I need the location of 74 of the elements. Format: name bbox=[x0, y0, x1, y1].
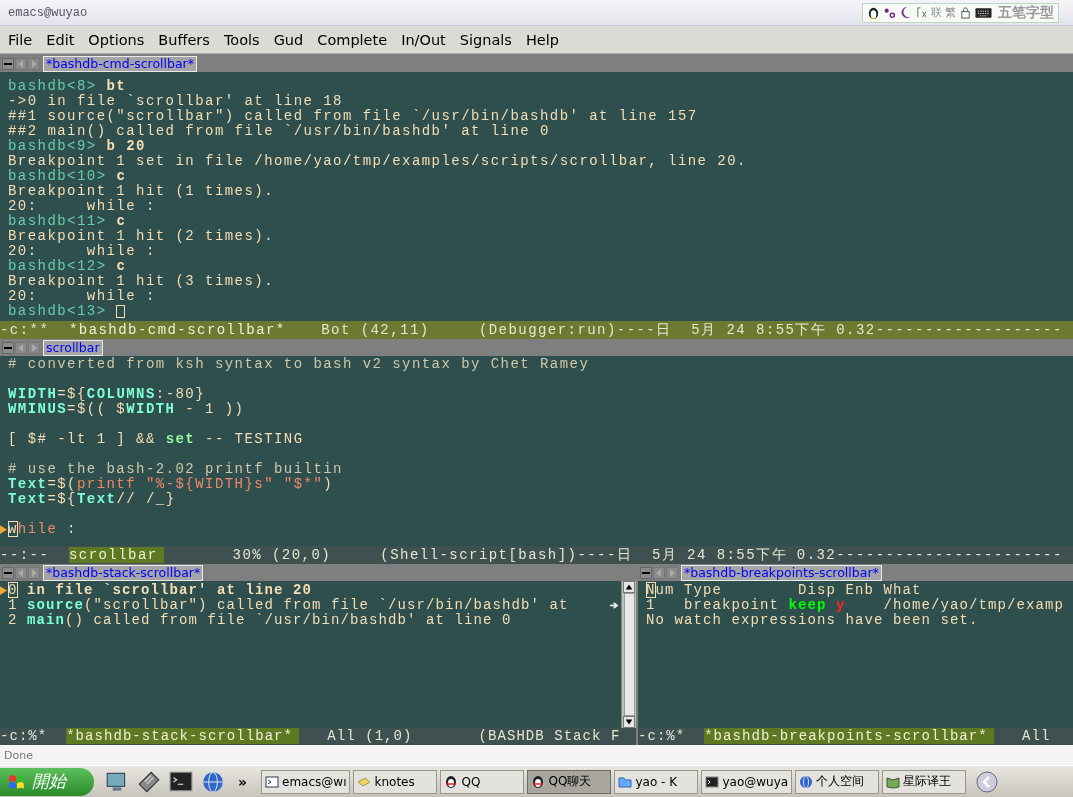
code-line: 1 breakpoint keep y /home/yao/tmp/examp bbox=[646, 598, 1065, 613]
code-line: Text=$(printf "%-${WIDTH}s" "$*") bbox=[8, 477, 334, 492]
scroll-down-button[interactable] bbox=[623, 716, 635, 728]
code-line: # use the bash-2.02 printf builtin bbox=[8, 462, 343, 477]
taskbar-button[interactable]: yao@wuya bbox=[701, 769, 793, 794]
code-line: bashdb<13> bbox=[8, 304, 108, 319]
code-line: 1 source("scrollbar") called from file `/usr/bin/bashdb' at bbox=[8, 598, 569, 613]
code-line: 20: while : bbox=[8, 289, 156, 304]
continuation-arrow-icon bbox=[610, 601, 619, 610]
penguin-icon bbox=[444, 774, 459, 789]
terminal-icon bbox=[705, 774, 720, 789]
taskbar-button[interactable]: 星际译王 bbox=[882, 769, 967, 794]
echo-message: Done bbox=[4, 748, 33, 762]
code-line: 20: while : bbox=[8, 244, 156, 259]
code-line: Breakpoint 1 set in file /home/yao/tmp/examples/scripts/scrollbar, line 20. bbox=[8, 154, 747, 169]
menu-item[interactable]: Signals bbox=[459, 31, 512, 48]
minimize-icon[interactable] bbox=[640, 566, 652, 579]
code-line: bashdb<12> c bbox=[8, 259, 127, 274]
menu-item[interactable]: Edit bbox=[46, 31, 75, 48]
code-line: 0 in file `scrollbar' at line 20 bbox=[8, 583, 313, 598]
code-line: bashdb<8> bt bbox=[8, 79, 127, 94]
menu-item[interactable]: File bbox=[8, 31, 33, 48]
code-line: bashdb<11> c bbox=[8, 214, 127, 229]
minimize-icon[interactable] bbox=[2, 57, 14, 70]
menu-item[interactable]: Help bbox=[525, 31, 559, 48]
menu-item[interactable]: Options bbox=[88, 31, 145, 48]
taskbar-button[interactable]: 个人空间 bbox=[795, 769, 880, 794]
input-mode-toggle[interactable]: 联 bbox=[931, 5, 942, 20]
penguin-icon bbox=[531, 774, 546, 789]
code-line: Breakpoint 1 hit (1 times). bbox=[8, 184, 274, 199]
minimize-icon[interactable] bbox=[2, 566, 14, 579]
taskbar-button[interactable]: QQ聊天 bbox=[527, 769, 612, 794]
folder-icon bbox=[618, 774, 633, 789]
window-icon bbox=[265, 774, 280, 789]
globe-icon bbox=[799, 774, 814, 789]
lock-icon[interactable] bbox=[959, 5, 972, 20]
menu-item[interactable]: Gud bbox=[273, 31, 304, 48]
code-line: 2 main() called from file `/usr/bin/bashdb' at line 0 bbox=[8, 613, 512, 628]
windows-flag-icon bbox=[8, 773, 26, 790]
code-line: Breakpoint 1 hit (2 times). bbox=[8, 229, 274, 244]
code-line: bashdb<10> c bbox=[8, 169, 127, 184]
code-line: No watch expressions have been set. bbox=[646, 613, 979, 628]
moon-icon[interactable] bbox=[899, 5, 912, 20]
more-button[interactable]: » bbox=[238, 773, 248, 790]
minimize-icon[interactable] bbox=[2, 341, 14, 354]
taskbar-button[interactable]: QQ bbox=[440, 769, 525, 794]
code-line: Breakpoint 1 hit (3 times). bbox=[8, 274, 274, 289]
code-line: WMINUS=$(( $WIDTH - 1 )) bbox=[8, 402, 245, 417]
book-icon bbox=[886, 774, 901, 789]
current-line-arrow-icon bbox=[0, 525, 7, 534]
penguin-icon[interactable] bbox=[867, 5, 880, 20]
menu-item[interactable]: Complete bbox=[317, 31, 388, 48]
current-line-arrow-icon bbox=[0, 586, 7, 595]
code-line: ->0 in file `scrollbar' at line 18 bbox=[8, 94, 343, 109]
cursor bbox=[116, 305, 126, 318]
menu-item[interactable]: In/Out bbox=[401, 31, 446, 48]
taskbar-button[interactable]: yao - K bbox=[614, 769, 699, 794]
taskbar-button[interactable]: knotes bbox=[353, 769, 438, 794]
scrollbar[interactable] bbox=[621, 581, 636, 728]
code-line: Text=${Text// /_} bbox=[8, 492, 176, 507]
input-mode-toggle[interactable]: 繁 bbox=[945, 5, 956, 20]
window-title: emacs@wuyao bbox=[8, 5, 88, 20]
scroll-up-button[interactable] bbox=[623, 581, 635, 593]
code-line: WIDTH=${COLUMNS:-80} bbox=[8, 387, 206, 402]
code-line: [ $# -lt 1 ] && set -- TESTING bbox=[8, 432, 304, 447]
keyboard-icon[interactable] bbox=[975, 6, 992, 19]
menu-item[interactable]: Buffers bbox=[158, 31, 210, 48]
taskbar-button[interactable]: emacs@wı bbox=[261, 769, 351, 794]
code-line: ##1 source("scrollbar") called from file `/usr/bin/bashdb' at line 157 bbox=[8, 109, 698, 124]
code-line: 20: while : bbox=[8, 199, 156, 214]
menu-item[interactable]: Tools bbox=[223, 31, 260, 48]
code-line: # converted from ksh syntax to bash v2 syntax by Chet Ramey bbox=[8, 357, 590, 372]
code-line: ##2 main() called from file `/usr/bin/bashdb' at line 0 bbox=[8, 124, 550, 139]
code-line: bashdb<9> b 20 bbox=[8, 139, 146, 154]
